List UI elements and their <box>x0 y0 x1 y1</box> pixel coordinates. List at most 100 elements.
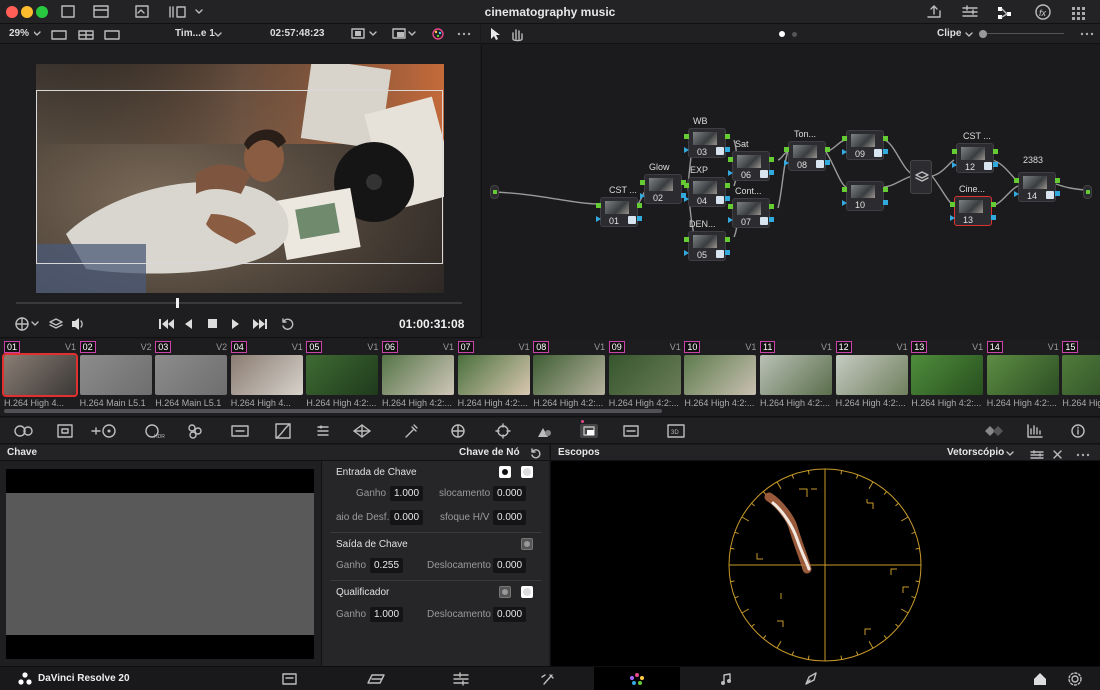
color-warper-icon <box>317 425 329 436</box>
clip-name: H.264 High 4:2:... <box>457 398 528 408</box>
node-06[interactable]: 06 <box>728 151 774 181</box>
scope-tick <box>911 595 916 599</box>
clip-name: H.264 Main L5.1 <box>79 398 146 408</box>
node-01[interactable]: 01 <box>596 197 642 227</box>
viewer-layout-icons[interactable] <box>34 30 124 40</box>
scopes-panel: Escopos Vetorscópio <box>550 445 1100 666</box>
clips-scrollbar[interactable] <box>4 409 662 413</box>
jump-first-button <box>159 319 174 329</box>
scope-tick <box>915 547 920 550</box>
node-12[interactable]: 12 <box>952 143 998 173</box>
layer-mixer-node[interactable] <box>910 160 932 194</box>
output-node[interactable] <box>1083 185 1092 199</box>
matte-image <box>6 493 314 635</box>
qualifier-invert[interactable] <box>499 586 511 598</box>
clip-thumbnail[interactable]: 10 V1 H.264 High 4:2:... <box>684 341 758 411</box>
clip-image <box>608 355 681 395</box>
node-14[interactable]: 14 <box>1014 172 1060 202</box>
top-right-icons[interactable]: fx <box>925 3 1095 21</box>
clip-thumbnail[interactable]: 01 V1 H.264 High 4... <box>2 341 78 411</box>
page-indicator[interactable] <box>779 31 785 37</box>
node-04[interactable]: 04 <box>684 177 730 207</box>
scopes-icon <box>1027 424 1043 438</box>
reset-icon[interactable] <box>530 448 542 460</box>
scope-type-select[interactable]: Vetorscópio <box>947 447 1004 458</box>
playhead[interactable] <box>176 298 179 308</box>
key-mode-select[interactable]: Chave de Nó <box>459 447 520 458</box>
clip-thumbnail[interactable]: 07 V1 H.264 High 4:2:... <box>457 341 532 411</box>
chevron-down-icon[interactable] <box>214 32 222 38</box>
node-label: WB <box>693 116 708 126</box>
clip-thumbnail[interactable]: 13 V1 H.264 High 4:2:... <box>911 341 985 411</box>
clip-name: H.264 High 4... <box>230 398 291 408</box>
magic-mask-icon <box>538 428 551 437</box>
key-output-gain-field[interactable]: 0.255 <box>370 558 404 573</box>
offset-label: slocamento <box>439 488 491 499</box>
clip-name: H.264 High 4:2:... <box>760 398 831 408</box>
more-options-icon[interactable] <box>1079 30 1097 38</box>
fusion-page-icon <box>541 674 554 685</box>
scope-tick <box>895 502 899 507</box>
timeline-name[interactable]: Tim...e 1 <box>175 28 215 39</box>
clip-thumbnail[interactable]: 02 V2 H.264 Main L5.1 <box>79 341 154 411</box>
transport-controls[interactable] <box>156 316 300 332</box>
palette-tools[interactable]: HDR 3D <box>8 422 708 440</box>
scrubber-track[interactable] <box>16 302 462 304</box>
key-input-gain-field[interactable]: 1.000 <box>390 486 424 501</box>
key-input-title: Entrada de Chave <box>336 467 417 478</box>
node-connections <box>493 139 1087 238</box>
clip-number: 11 <box>760 341 776 353</box>
scope-tick <box>730 547 735 550</box>
blur-radius-field[interactable]: 0.000 <box>390 510 424 525</box>
node-09[interactable]: 09 <box>842 130 888 160</box>
clip-thumbnail[interactable]: 06 V1 H.264 High 4:2:... <box>382 341 456 411</box>
node-mode-select[interactable]: Clipe <box>937 28 961 39</box>
clip-image <box>1062 355 1100 395</box>
scope-option-icons[interactable] <box>1006 450 1096 460</box>
clip-thumbnail[interactable]: 12 V1 H.264 High 4:2:... <box>835 341 910 411</box>
clip-name: H.264 High 4:2:... <box>986 398 1057 408</box>
viewer-options-icons[interactable] <box>350 27 475 41</box>
blur-hv-field[interactable]: 0.000 <box>493 510 527 525</box>
key-input-offset-field[interactable]: 0.000 <box>493 486 527 501</box>
node-editor[interactable]: CST ... 01 Glow 02 WB 03 EXP 04 DEN... 0… <box>481 44 1100 338</box>
3d-icon: 3D <box>667 424 685 438</box>
key-output-offset-field[interactable]: 0.000 <box>493 558 527 573</box>
clip-thumbnail[interactable]: 04 V1 H.264 High 4... <box>230 341 305 411</box>
viewer-frame[interactable] <box>36 64 444 293</box>
node-13[interactable]: 13 <box>950 196 996 226</box>
key-input-invert[interactable] <box>499 466 511 478</box>
clip-number: 06 <box>382 341 399 353</box>
offset-label: Deslocamento <box>427 560 491 571</box>
node-10[interactable]: 10 <box>842 181 888 211</box>
node-07[interactable]: 07 <box>728 198 774 228</box>
right-palette-tools[interactable] <box>980 422 1092 440</box>
clip-track: V1 <box>820 342 832 352</box>
qualifier-offset-field[interactable]: 0.000 <box>493 607 527 622</box>
node-zoom-slider[interactable] <box>979 29 1069 39</box>
clip-thumbnail[interactable]: 05 V1 H.264 High 4:2:... <box>306 341 380 411</box>
page-tabs[interactable] <box>280 671 1100 687</box>
blur-hv-label: sfoque H/V <box>440 512 490 523</box>
viewer-mode-icons[interactable] <box>14 316 94 332</box>
clip-thumbnail[interactable]: 09 V1 H.264 High 4:2:... <box>608 341 683 411</box>
clip-thumbnail[interactable]: 08 V1 H.264 High 4:2:... <box>533 341 607 411</box>
node-08[interactable]: 08 <box>784 141 830 171</box>
qualifier-gain-field[interactable]: 1.000 <box>370 607 404 622</box>
key-input-mask[interactable] <box>521 466 533 478</box>
node-03[interactable]: 03 <box>684 128 730 158</box>
zoom-level[interactable]: 29% <box>9 28 29 39</box>
loop-button <box>282 318 294 330</box>
clip-thumbnail[interactable]: 11 V1 H.264 High 4:2:... <box>760 341 834 411</box>
chevron-down-icon[interactable] <box>965 32 973 38</box>
clip-thumbnail[interactable]: 14 V1 H.264 High 4:2:... <box>986 341 1061 411</box>
key-output-invert[interactable] <box>521 538 533 550</box>
clip-thumbnail[interactable]: 03 V2 H.264 Main L5.1 <box>155 341 229 411</box>
page-indicator[interactable] <box>792 32 797 37</box>
clip-thumbnail[interactable]: 15V1H.264 High <box>1062 341 1100 411</box>
qualifier-mask[interactable] <box>521 586 533 598</box>
node-02[interactable]: 02 <box>640 174 686 204</box>
source-input[interactable] <box>490 185 499 199</box>
pointer-tools[interactable] <box>487 26 527 42</box>
node-05[interactable]: 05 <box>684 231 730 261</box>
